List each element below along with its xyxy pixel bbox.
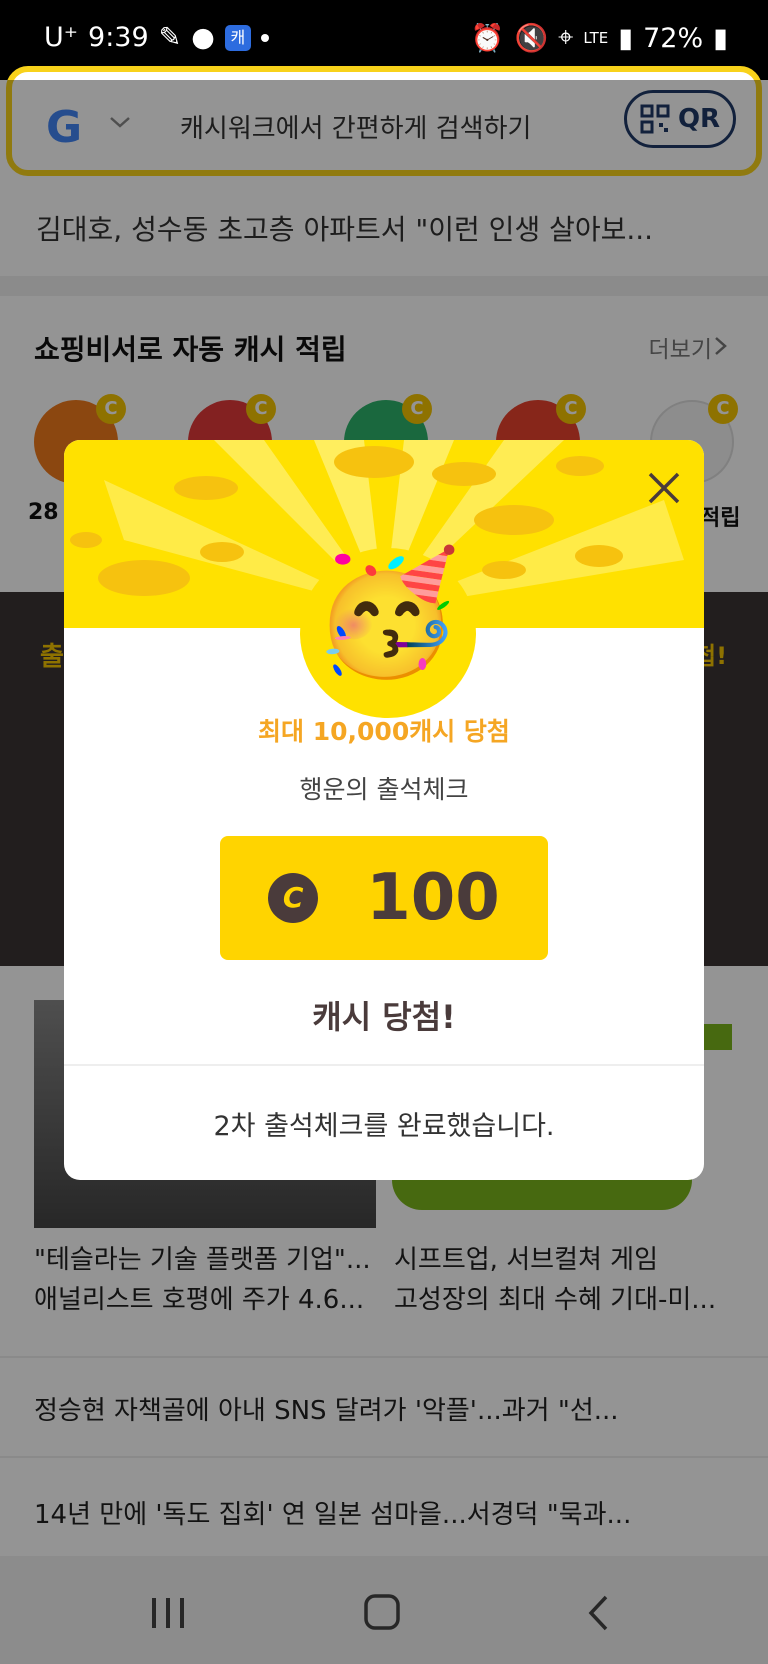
app-chip-icon: 캐 [224,24,251,51]
cash-amount: 100 [366,861,500,935]
completion-message: 2차 출석체크를 완료했습니다. [213,1111,555,1142]
network-label: LTE [583,29,609,47]
party-face-icon: 🥳 [312,544,462,683]
signal-icon: ▮ [618,22,634,54]
coin-icon: C [268,873,319,923]
status-right: ⏰ 🔇 ⌖ LTE ▮ 72% ▮ [471,22,728,54]
prize-max-label: 최대 10,000캐시 당첨 [258,717,510,746]
alarm-icon: ⏰ [470,23,505,54]
pill-icon: ● [191,22,215,53]
time-label: 9:39 [88,22,149,53]
cash-amount-box: C 100 [220,836,548,960]
carrier-label: U⁺ [44,22,79,53]
modal-subtitle: 행운의 출석체크 [299,775,469,804]
more-notifications-icon [260,33,269,42]
battery-label: 72% [643,22,704,54]
mute-icon: 🔇 [514,23,549,54]
status-left: U⁺ 9:39 ✎ ● 캐 [44,22,269,53]
notification-icon: ✎ [158,22,182,53]
win-label: 캐시 당첨! [312,998,456,1036]
location-icon: ⌖ [558,22,574,53]
modal-divider [64,1064,704,1066]
close-icon[interactable] [642,466,686,510]
battery-icon: ▮ [713,22,728,54]
attendance-modal: 🥳 최대 10,000캐시 당첨 행운의 출석체크 C 100 캐시 당첨! 2… [64,440,704,1180]
